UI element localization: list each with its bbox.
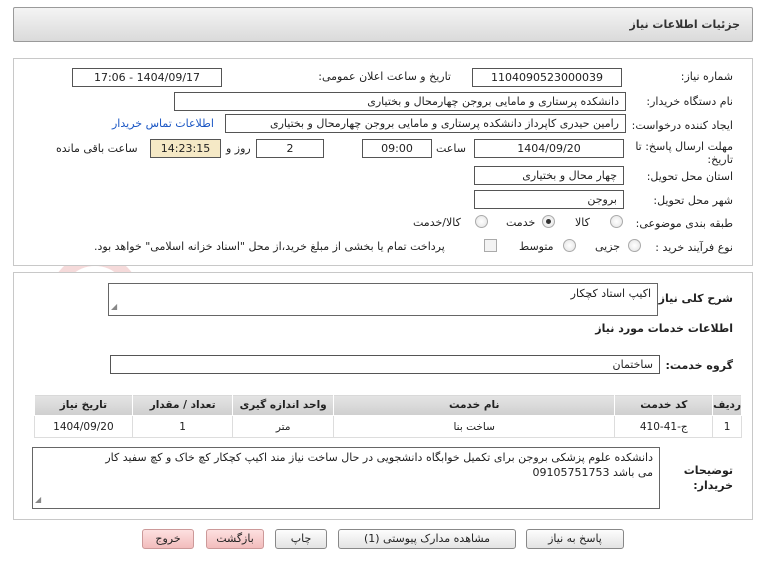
table-header-row: ردیف کد خدمت نام خدمت واحد اندازه گیری ت… <box>34 394 742 416</box>
cell-need-date: 1404/09/20 <box>34 415 133 438</box>
col-header-row-number: ردیف <box>712 394 742 416</box>
summary-label: شرح کلی نیاز: <box>654 292 733 305</box>
view-attachments-button[interactable]: مشاهده مدارک پیوستی (1) <box>338 529 516 549</box>
buyer-notes-label-line2: خریدار: <box>693 479 733 492</box>
page-header: جزئیات اطلاعات نیاز <box>13 7 753 42</box>
process-radio-medium[interactable] <box>563 239 576 252</box>
deadline-label-line1: مهلت ارسال پاسخ: تا <box>635 140 733 153</box>
summary-field: اکیپ استاد کچکار ◢ <box>108 283 658 316</box>
days-label: روز و <box>226 142 251 155</box>
need-number-label: شماره نیاز: <box>680 70 733 83</box>
category-label: طبقه بندی موضوعی: <box>635 217 733 230</box>
service-group-field: ساختمان <box>110 355 660 374</box>
category-option-goods-service: کالا/خدمت <box>413 216 461 229</box>
buyer-contact-link[interactable]: اطلاعات تماس خریدار <box>112 117 214 130</box>
cell-row-number: 1 <box>712 415 742 438</box>
col-header-unit: واحد اندازه گیری <box>232 394 334 416</box>
remaining-time-field: 14:23:15 <box>150 139 221 158</box>
cell-service-name: ساخت بنا <box>332 415 616 438</box>
resize-grip-icon[interactable]: ◢ <box>111 299 117 314</box>
print-button[interactable]: چاپ <box>275 529 327 549</box>
services-table: ردیف کد خدمت نام خدمت واحد اندازه گیری ت… <box>34 394 742 438</box>
buyer-notes-field: دانشکده علوم پزشکی بروجن برای تکمیل خواب… <box>32 447 660 509</box>
requester-label: ایجاد کننده درخواست: <box>631 119 733 132</box>
category-radio-goods[interactable] <box>610 215 623 228</box>
category-option-goods: کالا <box>575 216 590 229</box>
deadline-time-label: ساعت <box>436 142 466 155</box>
process-option-minor: جزیی <box>595 240 621 253</box>
treasury-payment-note: پرداخت تمام یا بخشی از مبلغ خرید،از محل … <box>94 240 445 253</box>
category-radio-service[interactable] <box>542 215 555 228</box>
reply-button[interactable]: پاسخ به نیاز <box>526 529 624 549</box>
province-label: استان محل تحویل: <box>646 170 733 183</box>
days-remaining-field: 2 <box>256 139 324 158</box>
requester-field: رامین حیدری کاپرداز دانشکده پرستاری و ما… <box>225 114 626 133</box>
process-type-label: نوع فرآیند خرید : <box>655 241 733 254</box>
category-option-service: خدمت <box>506 216 536 229</box>
province-field: چهار محال و بختیاری <box>474 166 624 185</box>
buyer-notes-text-line2: می باشد 09105751753 <box>532 466 653 479</box>
services-section-title: اطلاعات خدمات مورد نیاز <box>595 322 733 335</box>
resize-grip-icon[interactable]: ◢ <box>35 492 41 507</box>
exit-button[interactable]: خروج <box>142 529 194 549</box>
buyer-notes-text-line1: دانشکده علوم پزشکی بروجن برای تکمیل خواب… <box>105 451 653 464</box>
summary-text: اکیپ استاد کچکار <box>570 287 651 300</box>
city-label: شهر محل تحویل: <box>653 194 733 207</box>
need-number-field: 1104090523000039 <box>472 68 622 87</box>
need-details-panel <box>13 58 753 266</box>
col-header-need-date: تاریخ نیاز <box>34 394 133 416</box>
page-title: جزئیات اطلاعات نیاز <box>629 18 741 31</box>
deadline-date-field: 1404/09/20 <box>474 139 624 158</box>
back-button[interactable]: بازگشت <box>206 529 264 549</box>
remaining-time-label: ساعت باقی مانده <box>56 142 138 155</box>
cell-service-code: ج-41-410 <box>614 415 714 438</box>
deadline-time-field: 09:00 <box>362 139 432 158</box>
buyer-org-label: نام دستگاه خریدار: <box>646 95 733 108</box>
cell-unit: متر <box>232 415 334 438</box>
announce-label: تاریخ و ساعت اعلان عمومی: <box>318 70 451 83</box>
deadline-label-line2: تاریخ: <box>707 153 733 166</box>
category-radio-goods-service[interactable] <box>475 215 488 228</box>
col-header-service-code: کد خدمت <box>614 394 714 416</box>
table-row: 1 ج-41-410 ساخت بنا متر 1 1404/09/20 <box>34 415 742 438</box>
buyer-notes-label-line1: توضیحات <box>683 464 733 477</box>
process-option-medium: متوسط <box>519 240 554 253</box>
treasury-payment-checkbox[interactable] <box>484 239 497 252</box>
city-field: بروجن <box>474 190 624 209</box>
service-group-label: گروه خدمت: <box>665 359 733 372</box>
announce-datetime-field: 1404/09/17 - 17:06 <box>72 68 222 87</box>
col-header-quantity: تعداد / مقدار <box>131 394 234 416</box>
process-radio-minor[interactable] <box>628 239 641 252</box>
col-header-service-name: نام خدمت <box>332 394 616 416</box>
buyer-org-field: دانشکده پرستاری و مامایی بروجن چهارمحال … <box>174 92 626 111</box>
cell-quantity: 1 <box>131 415 234 438</box>
